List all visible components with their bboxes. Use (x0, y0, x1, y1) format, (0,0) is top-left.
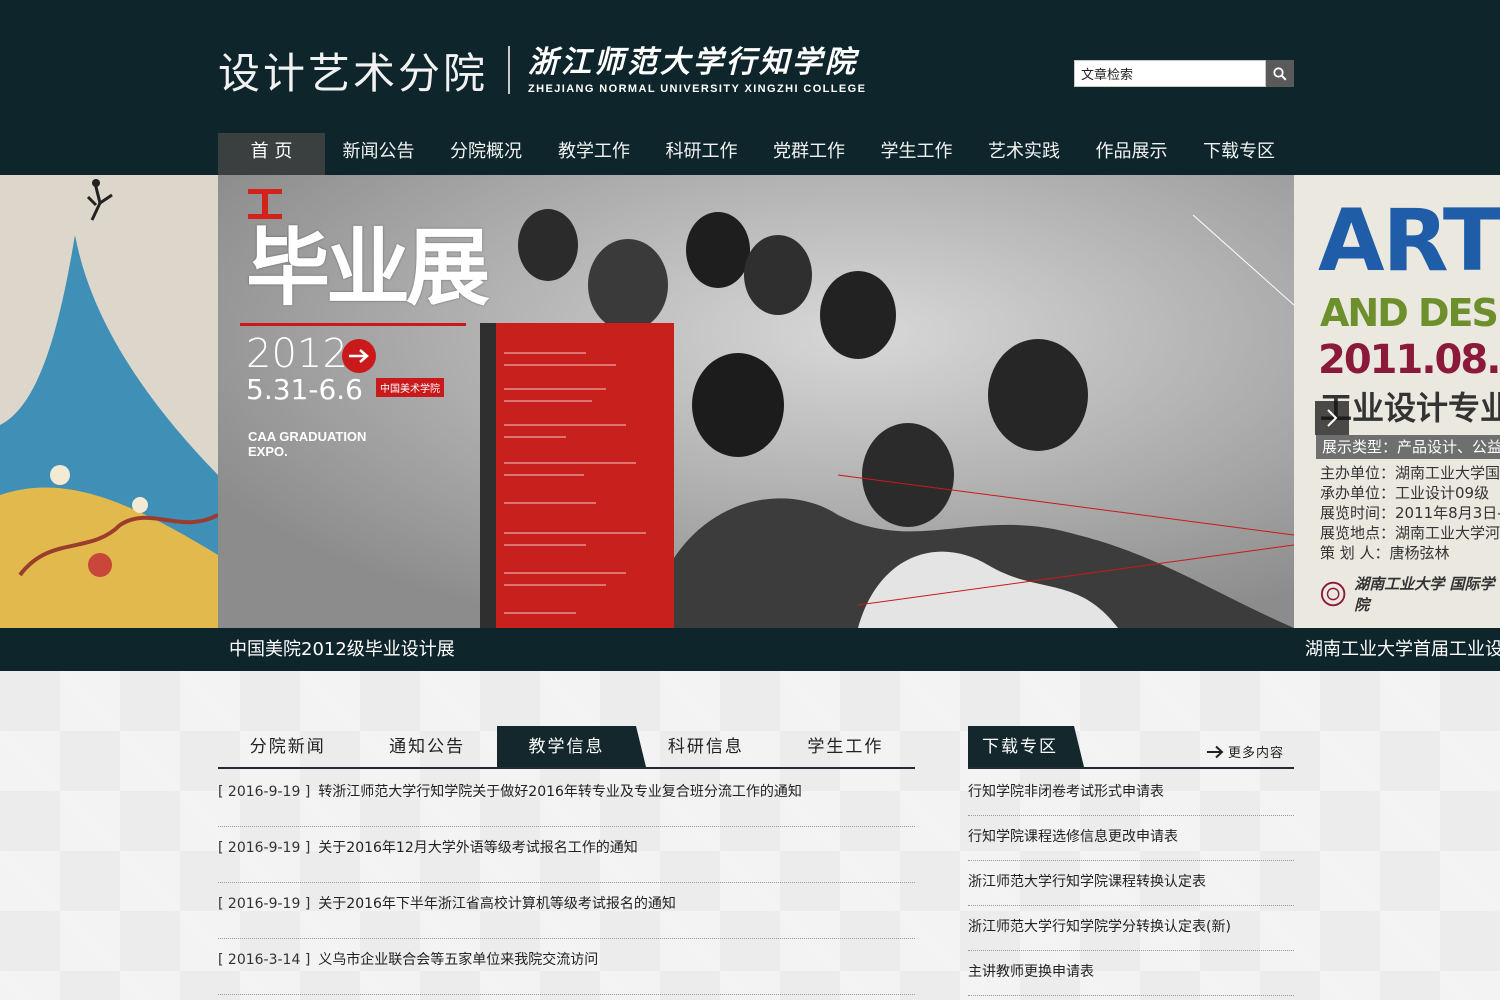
nav-item-home[interactable]: 首 页 (218, 133, 325, 175)
nav-item-news[interactable]: 新闻公告 (325, 133, 432, 175)
image-slider: 毕业展 2012 5.31-6.6 中国美术学院 CAA GRADUATION … (0, 175, 1500, 628)
news-item[interactable]: [ 2016-9-19 ] 转浙江师范大学行知学院关于做好2016年转专业及专业复… (218, 771, 915, 827)
nav-item-works[interactable]: 作品展示 (1078, 133, 1185, 175)
slider-next-button[interactable] (1315, 401, 1349, 435)
nav-item-downloads[interactable]: 下载专区 (1185, 133, 1293, 175)
news-date: [ 2016-3-14 ] (218, 952, 311, 968)
chevron-right-icon (1327, 409, 1338, 427)
nav-item-overview[interactable]: 分院概况 (432, 133, 540, 175)
news-title[interactable]: 义乌市企业联合会等五家单位来我院交流访问 (318, 952, 598, 968)
site-logo[interactable]: 设计艺术分院 浙江师范大学行知学院 ZHEJIANG NORMAL UNIVER… (218, 40, 866, 100)
slide-next[interactable]: ART AND DESIG 2011.08.31- 工业设计专业 展示类型：产品… (1294, 175, 1500, 628)
art-poster-title: ART (1318, 191, 1500, 291)
expo-dates: 5.31-6.6 (246, 373, 363, 406)
news-item[interactable]: [ 2016-3-14 ] 义乌市企业联合会等五家单位来我院交流访问 (218, 939, 915, 995)
search-box (1074, 60, 1294, 87)
expo-badge: 中国美术学院 (376, 378, 444, 397)
downloads-header: 下载专区 更多内容 (968, 726, 1294, 769)
main-nav: 首 页 新闻公告 分院概况 教学工作 科研工作 党群工作 学生工作 艺术实践 作… (218, 133, 1293, 175)
college-name-cn: 浙江师范大学行知学院 (528, 44, 859, 80)
news-title[interactable]: 关于2016年12月大学外语等级考试报名工作的通知 (318, 840, 637, 856)
download-item[interactable]: 行知学院课程选修信息更改申请表 (968, 816, 1294, 861)
college-logo: 浙江师范大学行知学院 ZHEJIANG NORMAL UNIVERSITY XI… (528, 44, 867, 95)
news-tabs: 分院新闻 通知公告 教学信息 科研信息 学生工作 (218, 726, 915, 769)
art-poster-details: 主办单位：湖南工业大学国 承办单位：工业设计09级 展览时间：2011年8月3日… (1320, 463, 1500, 563)
art-poster-line: 承办单位：工业设计09级 (1320, 484, 1490, 502)
downloads-list: 行知学院非闭卷考试形式申请表 行知学院课程选修信息更改申请表 浙江师范大学行知学… (968, 771, 1294, 996)
tab-teaching-info[interactable]: 教学信息 (496, 726, 647, 767)
news-item[interactable]: [ 2016-9-19 ] 关于2016年下半年浙江省高校计算机等级考试报名的通知 (218, 883, 915, 939)
expo-english-title: CAA GRADUATION EXPO. (248, 429, 367, 459)
art-poster-line: 展览地点：湖南工业大学河 (1320, 524, 1500, 542)
main-content: 分院新闻 通知公告 教学信息 科研信息 学生工作 [ 2016-9-19 ] 转浙… (0, 671, 1500, 1000)
download-item[interactable]: 浙江师范大学行知学院学分转换认定表(新) (968, 906, 1294, 951)
slide-caption-next[interactable]: 湖南工业大学首届工业设 (1305, 628, 1500, 671)
tab-college-news[interactable]: 分院新闻 (218, 726, 357, 767)
slide-current[interactable]: 毕业展 2012 5.31-6.6 中国美术学院 CAA GRADUATION … (218, 175, 1294, 628)
expo-divider (240, 323, 466, 326)
art-poster-line: 主办单位：湖南工业大学国 (1320, 464, 1500, 482)
site-header: 设计艺术分院 浙江师范大学行知学院 ZHEJIANG NORMAL UNIVER… (0, 0, 1500, 175)
department-name: 设计艺术分院 (218, 48, 489, 98)
arrow-right-icon (342, 339, 376, 373)
news-item[interactable]: [ 2016-9-19 ] 关于2016年12月大学外语等级考试报名工作的通知 (218, 827, 915, 883)
poster-strip (480, 323, 496, 628)
downloads-title: 下载专区 (968, 726, 1084, 767)
tab-research-info[interactable]: 科研信息 (636, 726, 775, 767)
news-date: [ 2016-9-19 ] (218, 896, 311, 912)
expo-title: 毕业展 (246, 219, 490, 317)
slide-previous[interactable] (0, 175, 218, 628)
art-poster-logo-name: 湖南工业大学 国际学院 (1354, 575, 1495, 614)
news-date: [ 2016-9-19 ] (218, 784, 311, 800)
nav-item-research[interactable]: 科研工作 (648, 133, 755, 175)
art-poster-date: 2011.08.31- (1318, 337, 1500, 383)
art-poster-subtitle: AND DESIG (1320, 291, 1500, 335)
illustration-image (0, 175, 218, 628)
search-button[interactable] (1266, 60, 1294, 87)
download-item[interactable]: 主讲教师更换申请表 (968, 951, 1294, 996)
college-name-en: ZHEJIANG NORMAL UNIVERSITY XINGZHI COLLE… (528, 82, 867, 95)
art-poster-line: 展览时间：2011年8月3日- (1320, 504, 1500, 522)
expo-year: 2012 (246, 331, 348, 377)
expo-mark-icon (248, 189, 282, 219)
news-list: [ 2016-9-19 ] 转浙江师范大学行知学院关于做好2016年转专业及专业复… (218, 771, 915, 995)
news-title[interactable]: 关于2016年下半年浙江省高校计算机等级考试报名的通知 (318, 896, 676, 912)
slide-caption-current[interactable]: 中国美院2012级毕业设计展 (229, 628, 455, 671)
slider-caption-bar: 中国美院2012级毕业设计展 湖南工业大学首届工业设 (0, 628, 1500, 671)
tab-student-work[interactable]: 学生工作 (776, 726, 915, 767)
news-date: [ 2016-9-19 ] (218, 840, 311, 856)
logo-divider (508, 46, 511, 94)
art-poster-type: 展示类型：产品设计、公益 (1316, 435, 1500, 459)
art-poster-logo: 湖南工业大学 国际学院 (1320, 573, 1500, 615)
nav-item-art-practice[interactable]: 艺术实践 (970, 133, 1078, 175)
nav-item-teaching[interactable]: 教学工作 (540, 133, 648, 175)
news-title[interactable]: 转浙江师范大学行知学院关于做好2016年转专业及专业复合班分流工作的通知 (318, 784, 802, 800)
nav-item-students[interactable]: 学生工作 (863, 133, 970, 175)
more-link[interactable]: 更多内容 (1206, 742, 1284, 761)
art-poster-line: 策 划 人：唐杨弦林 (1320, 544, 1450, 562)
download-item[interactable]: 行知学院非闭卷考试形式申请表 (968, 771, 1294, 816)
more-link-label: 更多内容 (1227, 746, 1284, 761)
arrow-right-icon (1206, 745, 1224, 758)
university-seal-icon (1320, 581, 1346, 607)
search-input[interactable] (1074, 60, 1266, 87)
download-item[interactable]: 浙江师范大学行知学院课程转换认定表 (968, 861, 1294, 906)
tab-notices[interactable]: 通知公告 (357, 726, 496, 767)
search-icon (1273, 66, 1287, 81)
poster-panel (496, 323, 674, 628)
nav-item-party[interactable]: 党群工作 (755, 133, 863, 175)
